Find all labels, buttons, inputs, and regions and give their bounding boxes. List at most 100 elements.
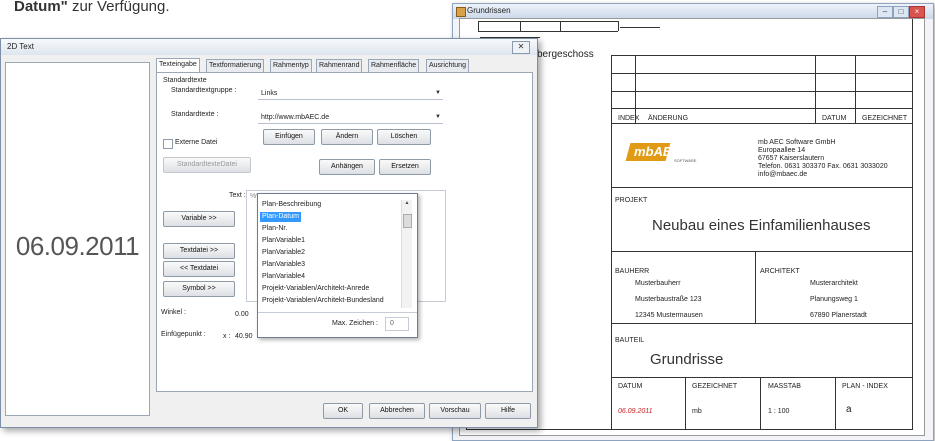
abbrechen-button[interactable]: Abbrechen xyxy=(369,403,425,419)
titleblock-line xyxy=(611,108,912,109)
dropdown-scrollbar[interactable]: ▲ xyxy=(401,200,412,308)
footer-value-gezeichnet: mb xyxy=(692,408,702,415)
symbol-button[interactable]: Symbol >> xyxy=(163,281,235,297)
architekt-line-3: 67890 Planerstadt xyxy=(810,312,867,319)
chevron-down-icon: ▼ xyxy=(435,90,441,96)
architekt-line-2: Planungsweg 1 xyxy=(810,296,858,303)
vorschau-button[interactable]: Vorschau xyxy=(429,403,481,419)
titleblock-line xyxy=(611,123,912,124)
list-item[interactable]: Projekt-Variablen/Architekt-Bundesland xyxy=(262,296,384,306)
drawing-line xyxy=(478,21,479,31)
company-line-5: info@mbaec.de xyxy=(758,171,808,178)
drawing-line xyxy=(478,31,618,32)
textdatei-button[interactable]: Textdatei >> xyxy=(163,243,235,259)
tab-rahmenflaeche[interactable]: Rahmenfläche xyxy=(368,59,420,72)
close-icon[interactable]: × xyxy=(909,6,925,18)
ok-button[interactable]: OK xyxy=(323,403,363,419)
logo-text: mbAEC xyxy=(634,144,681,159)
titleblock-line xyxy=(611,251,912,252)
frame-line xyxy=(466,429,913,430)
winkel-value[interactable]: 0.00 xyxy=(235,311,249,318)
footer-value-masstab: 1 : 100 xyxy=(768,408,790,415)
winkel-label: Winkel : xyxy=(161,309,186,316)
footer-header-datum: DATUM xyxy=(618,383,643,390)
text-preview: 06.09.2011 xyxy=(5,62,150,416)
tab-texteingabe[interactable]: Texteingabe xyxy=(156,58,200,73)
dialog-title: 2D Text xyxy=(7,42,34,51)
frame-line xyxy=(912,19,913,429)
einfuegepunkt-label: Einfügepunkt : xyxy=(161,331,206,338)
dialog-titlebar[interactable] xyxy=(1,39,537,55)
tab-rahmentyp[interactable]: Rahmentyp xyxy=(270,59,312,72)
rev-header-gezeichnet: GEZEICHNET xyxy=(862,115,908,122)
drawing-line xyxy=(618,21,619,31)
minimize-button[interactable]: – xyxy=(877,6,893,18)
textgruppe-select[interactable]: Links ▼ xyxy=(258,88,443,100)
titleblock-line xyxy=(611,91,912,92)
einfuegepunkt-x-value[interactable]: 40.90 xyxy=(235,333,253,340)
floor-label: bergeschoss xyxy=(537,49,594,60)
titleblock-line xyxy=(611,73,912,74)
list-item[interactable]: PlanVariable2 xyxy=(262,248,305,258)
lt-textdatei-button[interactable]: << Textdatei xyxy=(163,261,235,277)
titleblock-line xyxy=(815,55,816,124)
anhaengen-button[interactable]: Anhängen xyxy=(319,159,375,175)
einfuegen-button[interactable]: Einfügen xyxy=(263,129,315,145)
titleblock-line xyxy=(611,377,912,378)
scroll-thumb[interactable] xyxy=(403,214,412,228)
variable-dropdown-list[interactable]: Plan-Beschreibung Plan-Datum Plan-Nr. Pl… xyxy=(257,193,418,338)
footer-header-plan-index: PLAN - INDEX xyxy=(842,383,888,390)
titleblock-line xyxy=(611,187,912,188)
max-zeichen-value: 0 xyxy=(390,320,394,327)
titleblock-line xyxy=(611,323,912,324)
ersetzen-button[interactable]: Ersetzen xyxy=(379,159,431,175)
architekt-line-1: Musterarchitekt xyxy=(810,280,858,287)
list-item[interactable]: PlanVariable1 xyxy=(262,236,305,246)
tab-ausrichtung[interactable]: Ausrichtung xyxy=(426,59,469,72)
variable-button[interactable]: Variable >> xyxy=(163,211,235,227)
caption: Datum" zur Verfügung. xyxy=(14,0,170,15)
bauteil-value: Grundrisse xyxy=(650,351,724,368)
caption-rest: zur Verfügung. xyxy=(67,0,170,15)
max-zeichen-stepper[interactable]: 0 xyxy=(385,317,409,331)
titleblock-line xyxy=(760,377,761,429)
list-item[interactable]: Plan-Beschreibung xyxy=(262,200,321,210)
list-item[interactable]: Projekt-Variablen/Architekt-Anrede xyxy=(262,284,369,294)
standardtexte-value: http://www.mbAEC.de xyxy=(261,114,330,121)
list-item[interactable]: PlanVariable4 xyxy=(262,272,305,282)
rev-header-datum: DATUM xyxy=(822,115,847,122)
preview-date: 06.09.2011 xyxy=(15,231,140,261)
maximize-button[interactable]: □ xyxy=(893,6,909,18)
hilfe-button[interactable]: Hilfe xyxy=(485,403,531,419)
standardtexte-select[interactable]: http://www.mbAEC.de ▼ xyxy=(258,112,443,124)
tab-textformatierung[interactable]: Textformatierung xyxy=(206,59,265,72)
dropdown-divider xyxy=(258,312,417,313)
company-line-4: Telefon. 0631 303370 Fax. 0631 3033020 xyxy=(758,163,888,170)
list-item-selected[interactable]: Plan-Datum xyxy=(260,212,301,222)
tab-rahmenrand[interactable]: Rahmenrand xyxy=(316,59,363,72)
titleblock-line xyxy=(835,377,836,429)
externe-datei-checkbox[interactable] xyxy=(163,139,173,149)
bauherr-line-1: Musterbauherr xyxy=(635,280,681,287)
list-item[interactable]: Plan-Nr. xyxy=(262,224,287,234)
list-item[interactable]: PlanVariable3 xyxy=(262,260,305,270)
titleblock-line xyxy=(755,251,756,323)
scroll-up-icon[interactable]: ▲ xyxy=(402,200,412,208)
app-icon xyxy=(456,7,466,17)
plan-window-titlebar[interactable]: Grundrissen xyxy=(453,4,933,19)
projekt-value: Neubau eines Einfamilienhauses xyxy=(652,217,871,234)
standardtexte-group-label: Standardtexte xyxy=(163,77,207,84)
footer-header-masstab: MASSTAB xyxy=(768,383,801,390)
loeschen-button[interactable]: Löschen xyxy=(377,129,431,145)
footer-header-gezeichnet: GEZEICHNET xyxy=(692,383,738,390)
titleblock-border xyxy=(611,55,612,429)
plan-window-title: Grundrissen xyxy=(467,6,511,15)
drawing-line xyxy=(560,21,561,31)
close-icon[interactable]: ✕ xyxy=(512,41,530,54)
architekt-label: ARCHITEKT xyxy=(760,268,800,275)
logo-subtext: SOFTWARE xyxy=(674,158,697,163)
aendern-button[interactable]: Ändern xyxy=(321,129,373,145)
standardtextedatei-button[interactable]: StandardtexteDatei xyxy=(163,157,251,173)
company-line-3: 67657 Kaiserslautern xyxy=(758,155,825,162)
einfuegepunkt-x-label: x : xyxy=(223,333,231,340)
